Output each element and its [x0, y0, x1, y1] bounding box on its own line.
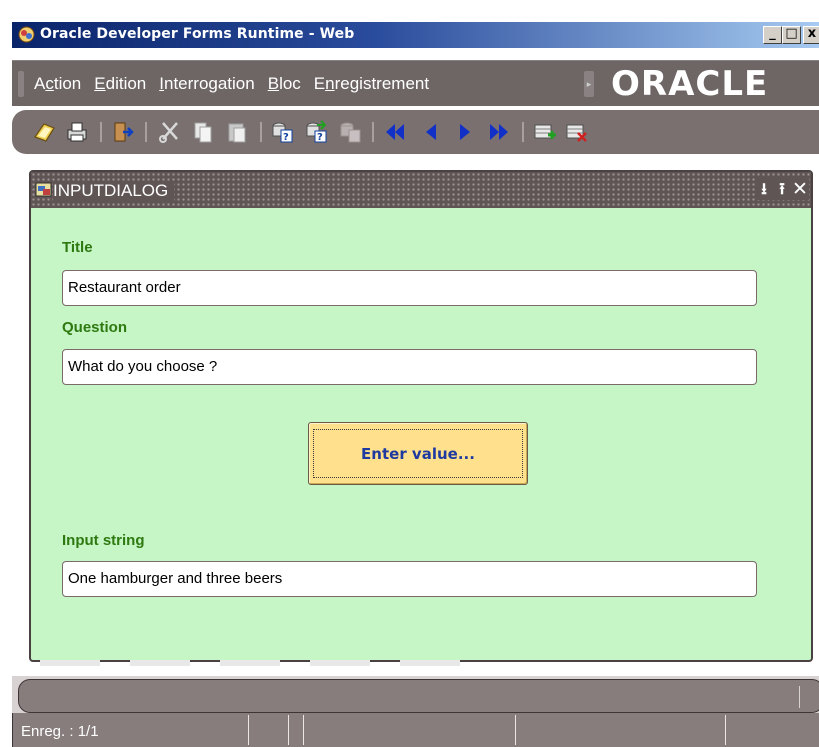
toolbar-separator — [372, 122, 374, 142]
dialog-close-icon[interactable]: ✕ — [791, 178, 809, 200]
form-window-icon — [35, 182, 52, 197]
background-ghost-band — [40, 660, 460, 666]
window-titlebar[interactable]: Oracle Developer Forms Runtime - Web _ □… — [12, 22, 819, 48]
minimize-button[interactable]: _ — [763, 26, 782, 44]
paste-icon[interactable] — [224, 119, 250, 145]
status-bar: Enreg. : 1/1 — [12, 676, 819, 747]
record-counter: Enreg. : 1/1 — [21, 723, 99, 740]
toolbar-separator — [145, 122, 147, 142]
oracle-forms-runtime-window: Oracle Developer Forms Runtime - Web _ □… — [0, 0, 819, 747]
cut-icon[interactable] — [157, 119, 183, 145]
menu-item-enregistrement[interactable]: Enregistrement — [314, 74, 429, 94]
status-divider — [799, 686, 800, 708]
cancel-query-icon[interactable] — [338, 119, 364, 145]
title-label: Title — [62, 239, 93, 256]
oracle-forms-app-icon — [18, 26, 35, 43]
status-divider — [248, 715, 249, 745]
first-record-icon[interactable] — [382, 119, 408, 145]
close-button[interactable]: x — [803, 26, 819, 44]
dialog-minimize-icon[interactable]: ⭳ — [755, 178, 773, 200]
svg-text:?: ? — [283, 132, 289, 143]
copy-icon[interactable] — [190, 119, 216, 145]
print-icon[interactable] — [64, 119, 90, 145]
dialog-maximize-icon[interactable]: ⭱ — [773, 178, 791, 200]
menu-item-interrogation[interactable]: Interrogation — [159, 74, 254, 94]
oracle-logo: ORACLE — [611, 64, 769, 104]
status-divider — [303, 715, 304, 745]
delete-record-icon[interactable] — [564, 119, 590, 145]
toolbar-separator — [100, 122, 102, 142]
status-line: Enreg. : 1/1 — [12, 713, 819, 747]
question-label: Question — [62, 319, 128, 336]
menu-item-bloc[interactable]: Bloc — [268, 74, 301, 94]
previous-record-icon[interactable] — [418, 119, 444, 145]
next-record-icon[interactable] — [452, 119, 478, 145]
toolbar: ? ? — [12, 110, 819, 154]
toolbar-separator — [260, 122, 262, 142]
menu-item-action[interactable]: Action — [34, 74, 81, 94]
save-icon[interactable] — [32, 119, 58, 145]
input-dialog-window: INPUTDIALOG ⭳ ⭱ ✕ Title Restaurant order… — [29, 170, 813, 662]
window-title: Oracle Developer Forms Runtime - Web — [40, 26, 355, 42]
dialog-titlebar[interactable]: INPUTDIALOG ⭳ ⭱ ✕ — [31, 172, 811, 208]
dialog-title: INPUTDIALOG — [53, 181, 175, 201]
status-divider — [515, 715, 516, 745]
title-input[interactable]: Restaurant order — [62, 270, 757, 306]
menu-bar-handle — [18, 71, 24, 97]
enter-query-icon[interactable]: ? — [270, 119, 296, 145]
maximize-button[interactable]: □ — [782, 26, 801, 44]
toolbar-separator — [522, 122, 524, 142]
menu-items: Action Edition Interrogation Bloc Enregi… — [34, 74, 429, 94]
last-record-icon[interactable] — [486, 119, 512, 145]
insert-record-icon[interactable] — [532, 119, 558, 145]
menu-bar: Action Edition Interrogation Bloc Enregi… — [12, 60, 819, 106]
svg-text:?: ? — [317, 132, 323, 143]
execute-query-icon[interactable]: ? — [304, 119, 330, 145]
input-string-label: Input string — [62, 532, 145, 549]
menu-item-edition[interactable]: Edition — [94, 74, 146, 94]
exit-icon[interactable] — [110, 119, 136, 145]
enter-value-button[interactable]: Enter value... — [308, 422, 528, 485]
menu-overflow-chevron-icon[interactable]: ▸ — [584, 71, 594, 97]
input-string-input[interactable]: One hamburger and three beers — [62, 561, 757, 597]
question-input[interactable]: What do you choose ? — [62, 349, 757, 385]
status-message-area — [18, 679, 819, 713]
status-divider — [725, 715, 726, 745]
status-divider — [288, 715, 289, 745]
enter-value-button-label: Enter value... — [313, 429, 523, 478]
